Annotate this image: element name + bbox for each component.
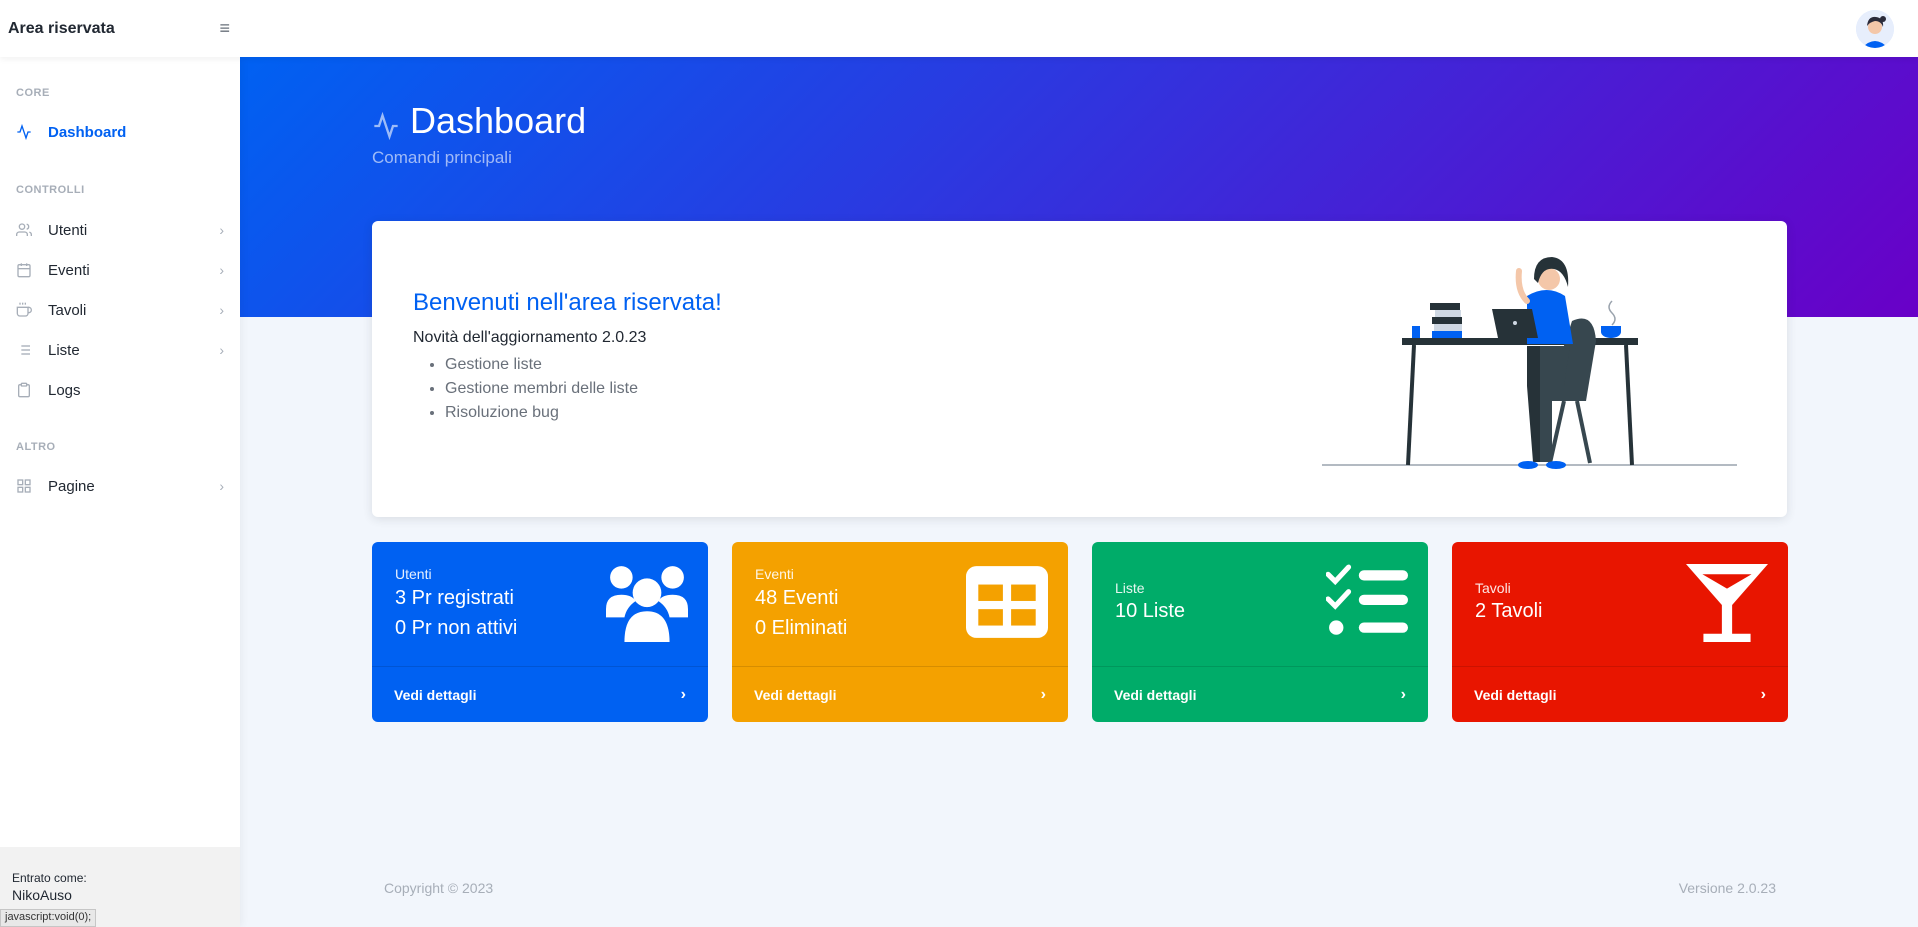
sidebar-item-logs[interactable]: Logs [0, 370, 240, 410]
sidebar-item-label: Logs [48, 381, 81, 399]
sidebar-heading-altro: ALTRO [16, 441, 56, 453]
card-link-label: Vedi dettagli [394, 686, 477, 703]
table-icon [966, 566, 1048, 638]
sidebar-item-label: Pagine [48, 477, 95, 495]
card-value: 48 Eventi [755, 587, 839, 609]
page-subtitle: Comandi principali [372, 148, 512, 167]
sidebar: CORE Dashboard CONTROLLI Utenti › Eventi… [0, 57, 240, 927]
list-item: Risoluzione bug [445, 401, 638, 425]
activity-icon [16, 124, 32, 140]
sidebar-item-pagine[interactable]: Pagine › [0, 466, 240, 506]
brand-title[interactable]: Area riservata [8, 20, 115, 38]
top-navbar: Area riservata ≡ [0, 0, 1918, 57]
chevron-right-icon: › [219, 478, 224, 494]
list-item: Gestione liste [445, 353, 638, 377]
chevron-right-icon: › [219, 302, 224, 318]
page-title: Dashboard [372, 100, 586, 142]
card-link-label: Vedi dettagli [1114, 686, 1197, 703]
card-details-link[interactable]: Vedi dettagli › [732, 666, 1068, 722]
chevron-right-icon: › [219, 342, 224, 358]
list-icon [16, 342, 32, 358]
copyright: Copyright © 2023 [384, 880, 494, 896]
woman-at-desk-illustration [1322, 257, 1737, 469]
update-list: Gestione liste Gestione membri delle lis… [445, 353, 638, 425]
chevron-right-icon: › [1040, 685, 1046, 703]
card-details-link[interactable]: Vedi dettagli › [1452, 666, 1788, 722]
sidebar-item-liste[interactable]: Liste › [0, 330, 240, 370]
welcome-subtitle: Novità dell'aggiornamento 2.0.23 [413, 329, 647, 346]
list-item: Gestione membri delle liste [445, 377, 638, 401]
sidebar-footer-user: NikoAuso [12, 887, 72, 903]
clipboard-icon [16, 382, 32, 398]
card-value: 2 Tavoli [1475, 600, 1543, 622]
chevron-right-icon: › [1760, 685, 1766, 703]
card-label: Liste [1115, 580, 1145, 596]
sidebar-item-label: Dashboard [48, 123, 127, 141]
sidebar-item-label: Tavoli [48, 301, 87, 319]
list-check-icon [1326, 564, 1408, 635]
sidebar-item-tavoli[interactable]: Tavoli › [0, 290, 240, 330]
calendar-icon [16, 262, 32, 278]
grid-icon [16, 478, 32, 494]
avatar[interactable] [1856, 10, 1894, 48]
card-link-label: Vedi dettagli [754, 686, 837, 703]
brand: Area riservata ≡ [0, 18, 240, 39]
chevron-right-icon: › [1400, 685, 1406, 703]
card-value: 0 Pr non attivi [395, 617, 518, 639]
sidebar-footer-subtitle: Entrato come: [12, 871, 87, 885]
version-label: Versione 2.0.23 [1678, 880, 1776, 896]
card-label: Tavoli [1475, 580, 1511, 596]
chevron-right-icon: › [219, 262, 224, 278]
activity-icon [372, 107, 400, 141]
sidebar-item-eventi[interactable]: Eventi › [0, 250, 240, 290]
page-title-text: Dashboard [410, 100, 587, 141]
card-label: Eventi [755, 566, 794, 582]
sidebar-item-label: Liste [48, 341, 80, 359]
welcome-title: Benvenuti nell'area riservata! [413, 289, 722, 316]
cocktail-icon [1686, 564, 1768, 642]
card-utenti: Utenti 3 Pr registrati 0 Pr non attivi V… [372, 542, 708, 722]
sidebar-heading-controlli: CONTROLLI [16, 184, 85, 196]
user-avatar-icon [1856, 10, 1894, 48]
card-link-label: Vedi dettagli [1474, 686, 1557, 703]
welcome-card: Benvenuti nell'area riservata! Novità de… [372, 221, 1787, 517]
card-value: 10 Liste [1115, 600, 1186, 622]
sidebar-item-dashboard[interactable]: Dashboard [0, 112, 240, 152]
card-liste: Liste 10 Liste Vedi dettagli › [1092, 542, 1428, 722]
sidebar-item-label: Utenti [48, 221, 88, 239]
users-icon [16, 222, 32, 238]
card-label: Utenti [395, 566, 432, 582]
card-eventi: Eventi 48 Eventi 0 Eliminati Vedi dettag… [732, 542, 1068, 722]
sidebar-item-utenti[interactable]: Utenti › [0, 210, 240, 250]
chevron-right-icon: › [219, 222, 224, 238]
coffee-icon [16, 302, 32, 318]
card-value: 0 Eliminati [755, 617, 848, 639]
chevron-right-icon: › [680, 685, 686, 703]
sidebar-item-label: Eventi [48, 261, 90, 279]
card-details-link[interactable]: Vedi dettagli › [1092, 666, 1428, 722]
hamburger-icon[interactable]: ≡ [219, 18, 230, 39]
card-details-link[interactable]: Vedi dettagli › [372, 666, 708, 722]
users-icon [606, 566, 688, 642]
browser-status-bar: javascript:void(0); [0, 909, 97, 927]
sidebar-heading-core: CORE [16, 87, 50, 99]
card-value: 3 Pr registrati [395, 587, 514, 609]
card-tavoli: Tavoli 2 Tavoli Vedi dettagli › [1452, 542, 1788, 722]
